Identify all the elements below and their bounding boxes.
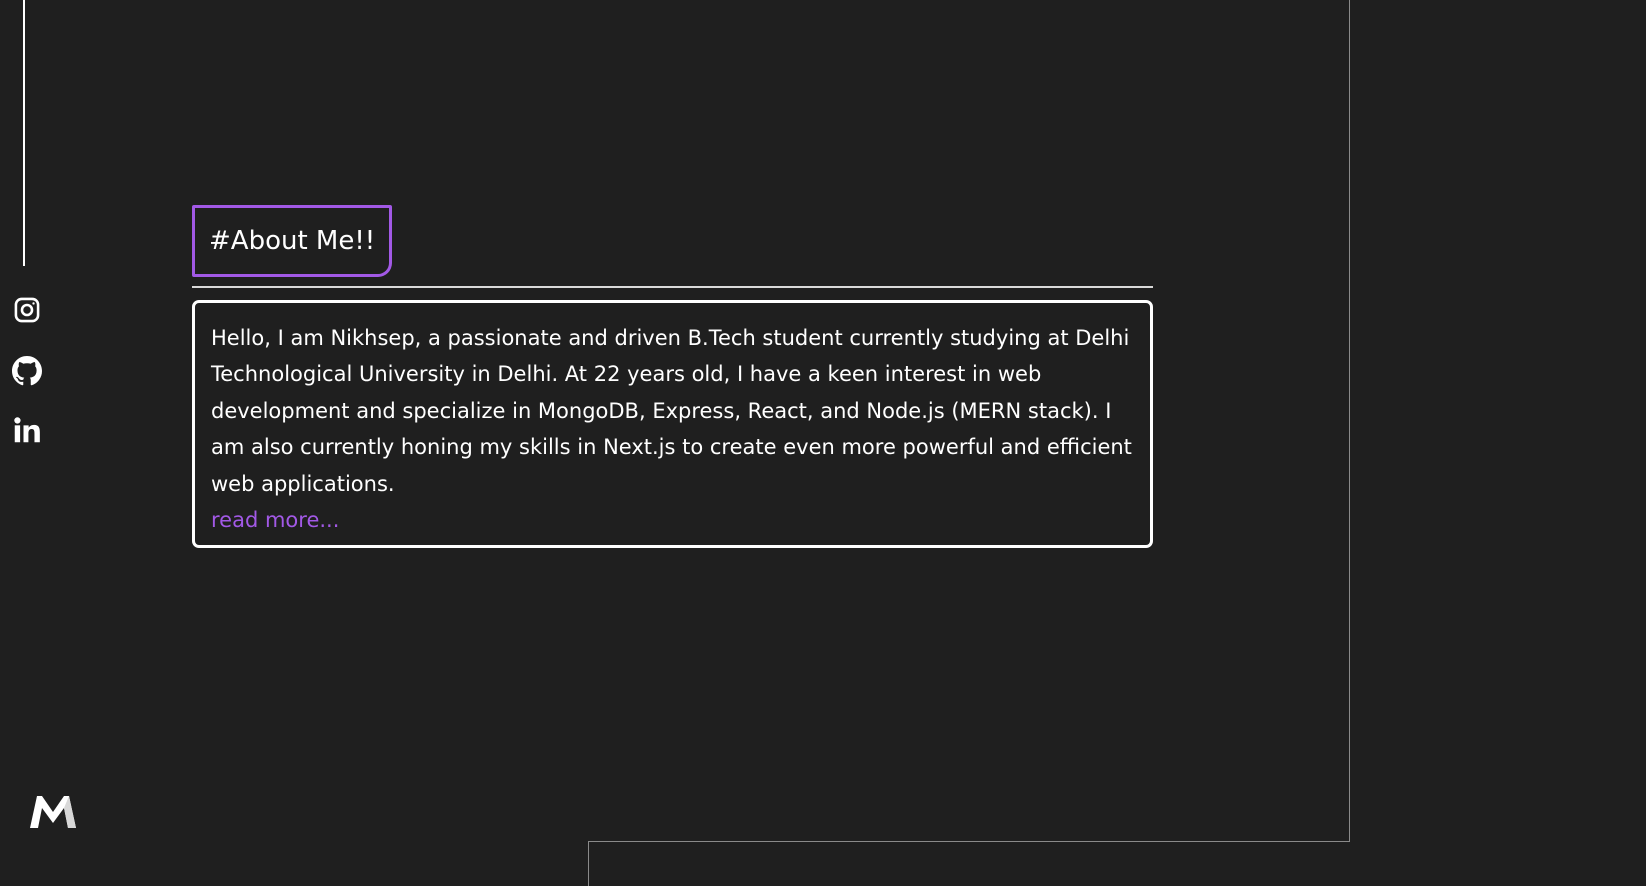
linkedin-icon xyxy=(13,416,41,444)
about-paragraph: Hello, I am Nikhsep, a passionate and dr… xyxy=(211,326,1132,496)
instagram-icon xyxy=(13,296,41,324)
about-card: Hello, I am Nikhsep, a passionate and dr… xyxy=(192,300,1153,548)
portfolio-page: #About Me!! Hello, I am Nikhsep, a passi… xyxy=(0,0,1646,886)
read-more-link[interactable]: read more... xyxy=(211,502,339,538)
frame-bottom-left-border xyxy=(588,841,589,886)
m-logo-icon[interactable] xyxy=(28,792,78,832)
about-heading-box: #About Me!! xyxy=(192,205,393,277)
heading-divider xyxy=(192,286,1153,288)
sidebar-vertical-line xyxy=(23,0,25,266)
frame-bottom-border xyxy=(588,841,1350,842)
github-icon xyxy=(12,356,42,386)
frame-right-border xyxy=(1349,0,1350,842)
about-heading: #About Me!! xyxy=(209,226,376,256)
linkedin-link[interactable] xyxy=(12,415,42,445)
github-link[interactable] xyxy=(12,356,42,386)
instagram-link[interactable] xyxy=(12,295,42,325)
